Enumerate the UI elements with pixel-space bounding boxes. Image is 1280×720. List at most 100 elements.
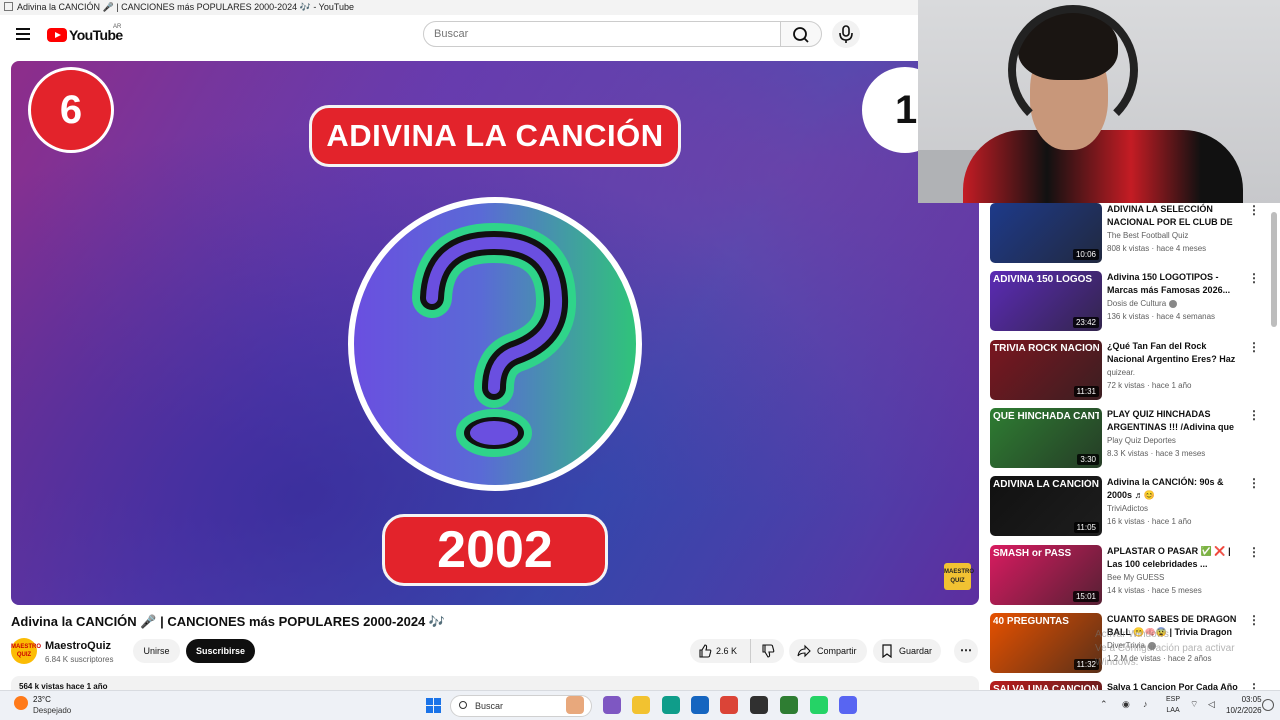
recommendation-title[interactable]: Adivina la CANCIÓN: 90s & 2000s ♬😊 (1107, 476, 1241, 502)
recommendation-item[interactable]: SMASH or PASS 15:01 APLASTAR O PASAR ✅ ❌ |… (990, 545, 1270, 609)
more-vertical-icon[interactable]: ⋮ (1248, 271, 1260, 285)
recommendation-meta: 8.3 K vistas · hace 3 meses (1107, 449, 1206, 458)
recommendation-thumbnail[interactable]: QUÉ HINCHADA CANTA 3:30 (990, 408, 1102, 468)
view-stats: 564 k vistas hace 1 año (19, 682, 108, 690)
more-vertical-icon[interactable]: ⋮ (1248, 545, 1260, 559)
recommendation-channel[interactable]: TriviAdictos (1107, 504, 1148, 513)
thumbnail-text: ADIVINA 150 LOGOS (993, 274, 1093, 285)
year-label: 2002 (382, 514, 608, 586)
video-frame-heading: ADIVINA LA CANCIÓN (309, 105, 681, 167)
voice-search-button[interactable] (832, 20, 860, 48)
sidebar-scrollbar-thumb[interactable] (1271, 212, 1277, 327)
youtube-play-icon (47, 28, 67, 42)
more-vertical-icon[interactable]: ⋮ (1248, 203, 1260, 217)
file-explorer-app-icon[interactable] (632, 696, 650, 714)
channel-avatar[interactable]: MAESTRO QUIZ (11, 638, 41, 664)
dislike-button[interactable] (750, 639, 784, 663)
more-actions-button[interactable]: ⋯ (954, 639, 978, 663)
more-vertical-icon[interactable]: ⋮ (1248, 340, 1260, 354)
wifi-icon[interactable]: ⌔ (1190, 699, 1198, 710)
chevron-up-icon[interactable]: ⌃ (1100, 699, 1108, 710)
volume-icon[interactable]: ◁ (1208, 699, 1215, 710)
recommendation-item[interactable]: 10:06 ADIVINA LA SELECCIÓN NACIONAL POR E… (990, 203, 1270, 267)
video-player[interactable]: 6 1 ADIVINA LA CANCIÓN 2002 MAESTRO QUIZ (11, 61, 979, 605)
menu-icon[interactable] (16, 28, 30, 40)
weather-widget[interactable]: 23°C Despejado (14, 694, 71, 716)
recommendation-thumbnail[interactable]: 40 PREGUNTAS 11:32 (990, 613, 1102, 673)
keyboard-layout: LAA (1166, 707, 1180, 714)
activation-title: Activar Windows (1095, 629, 1169, 640)
webcam-overlay (918, 0, 1280, 203)
recommendation-channel[interactable]: quizear. (1107, 368, 1135, 377)
recommendation-thumbnail[interactable]: ADIVINA 150 LOGOS 23:42 (990, 271, 1102, 331)
clock-time: 03:05 (1241, 695, 1262, 704)
recommendation-channel[interactable]: Bee My GUESS (1107, 573, 1164, 582)
verified-check-icon (1169, 299, 1178, 308)
obs-app-icon[interactable] (750, 696, 768, 714)
recommendation-meta: 72 k vistas · hace 1 año (1107, 381, 1192, 390)
search-icon (793, 27, 809, 43)
recommendation-item[interactable]: ADIVINA LA CANCIÓN 11:05 Adivina la CANCIÓ… (990, 476, 1270, 540)
language-indicator[interactable]: ESP LAA (1166, 694, 1180, 716)
video-duration: 3:30 (1077, 454, 1099, 465)
recommendation-title[interactable]: APLASTAR O PASAR ✅ ❌ | Las 100 celebrida… (1107, 545, 1241, 571)
like-button[interactable]: 2.6 K (690, 639, 750, 663)
join-button[interactable]: Unirse (133, 639, 180, 663)
subscribe-button[interactable]: Suscribirse (186, 639, 255, 663)
recommendation-item[interactable]: QUÉ HINCHADA CANTA 3:30 PLAY QUIZ HINCHADA… (990, 408, 1270, 472)
recommendation-thumbnail[interactable]: SMASH or PASS 15:01 (990, 545, 1102, 605)
recommendation-title[interactable]: ADIVINA LA SELECCIÓN NACIONAL POR EL CLU… (1107, 203, 1241, 229)
window-title: Adivina la CANCIÓN 🎤 | CANCIONES más POP… (17, 2, 355, 12)
channel-name[interactable]: MaestroQuiz (45, 640, 111, 652)
whatsapp-app-icon[interactable] (810, 696, 828, 714)
recommendation-channel[interactable]: Dosis de Cultura (1107, 299, 1178, 308)
chrome-app-icon[interactable] (720, 696, 738, 714)
more-vertical-icon[interactable]: ⋮ (1248, 613, 1260, 627)
recommendation-channel[interactable]: Play Quiz Deportes (1107, 436, 1176, 445)
masthead: YouTube AR (0, 15, 920, 55)
save-label: Guardar (899, 646, 933, 656)
recommendation-thumbnail[interactable]: 10:06 (990, 203, 1102, 263)
share-button[interactable]: Compartir (789, 639, 867, 663)
headphones-icon (1008, 5, 1138, 135)
save-button[interactable]: Guardar (873, 639, 941, 663)
more-vertical-icon[interactable]: ⋮ (1248, 476, 1260, 490)
microphone-tray-icon[interactable]: ♪ (1143, 699, 1148, 709)
widgets-app-icon[interactable] (566, 696, 584, 714)
microphone-icon (839, 25, 853, 43)
recommendation-title[interactable]: Adivina 150 LOGOTIPOS - Marcas más Famos… (1107, 271, 1241, 297)
recommendation-thumbnail[interactable]: ADIVINA LA CANCIÓN 11:05 (990, 476, 1102, 536)
windows-start-icon[interactable] (426, 698, 441, 713)
video-duration: 10:06 (1072, 249, 1099, 260)
thumbnail-text: ADIVINA LA CANCIÓN (993, 479, 1099, 490)
window-title-bar: Adivina la CANCIÓN 🎤 | CANCIONES más POP… (0, 0, 920, 15)
recommendation-channel[interactable]: The Best Football Quiz (1107, 231, 1188, 240)
taskbar-search-icon (459, 701, 467, 709)
store-app-icon[interactable] (691, 696, 709, 714)
recommendation-title[interactable]: PLAY QUIZ HINCHADAS ARGENTINAS !!! /Adiv… (1107, 408, 1241, 434)
clock-date: 10/2/2026 (1226, 706, 1262, 715)
search-input[interactable] (423, 21, 781, 47)
search-button[interactable] (780, 21, 822, 47)
windows-taskbar: 23°C Despejado Buscar ⌃ ◉ ♪ ESP LAA ⌔ ◁ … (0, 690, 1280, 720)
security-icon[interactable]: ◉ (1122, 699, 1130, 710)
recommendation-channel-name: quizear. (1107, 368, 1136, 377)
more-vertical-icon[interactable]: ⋮ (1248, 408, 1260, 422)
recommendation-item[interactable]: ADIVINA 150 LOGOS 23:42 Adivina 150 LOGOTI… (990, 271, 1270, 335)
video-duration: 11:05 (1073, 522, 1099, 533)
recommendation-item[interactable]: TRIVIA ROCK NACIONAL 11:31 ¿Qué Tan Fan de… (990, 340, 1270, 404)
notifications-icon[interactable] (1262, 699, 1274, 711)
channel-watermark[interactable]: MAESTRO QUIZ (944, 563, 974, 590)
xbox-app-icon[interactable] (780, 696, 798, 714)
sun-icon (14, 696, 28, 710)
system-clock[interactable]: 03:05 10/2/2026 (1226, 694, 1262, 716)
copilot-app-icon[interactable] (603, 696, 621, 714)
thumbnail-text: QUÉ HINCHADA CANTA (993, 411, 1099, 422)
tab-favicon-icon (4, 2, 13, 12)
recommendation-title[interactable]: ¿Qué Tan Fan del Rock Nacional Argentino… (1107, 340, 1241, 366)
youtube-logo[interactable]: YouTube AR (47, 24, 123, 43)
description-box[interactable]: 564 k vistas hace 1 año (11, 676, 979, 690)
discord-app-icon[interactable] (839, 696, 857, 714)
recommendation-thumbnail[interactable]: TRIVIA ROCK NACIONAL 11:31 (990, 340, 1102, 400)
edge-app-icon[interactable] (662, 696, 680, 714)
